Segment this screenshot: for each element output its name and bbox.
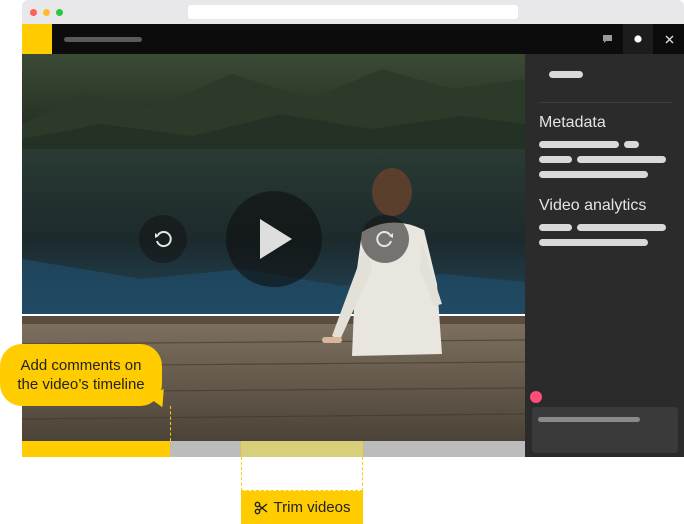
window-maximize-dot[interactable] (56, 9, 63, 16)
app-logo (22, 24, 52, 54)
comment-placeholder-line (538, 417, 640, 422)
metadata-line (577, 156, 666, 163)
recording-indicator (530, 391, 542, 403)
comment-input[interactable] (532, 407, 678, 453)
analytics-line (539, 224, 572, 231)
record-icon[interactable] (623, 24, 653, 54)
metadata-title: Metadata (539, 114, 606, 131)
callout-line-2: the video’s timeline (17, 376, 145, 393)
close-icon[interactable] (654, 24, 684, 54)
timeline-trim-segment[interactable] (241, 441, 363, 457)
metadata-line (624, 141, 639, 148)
analytics-line (539, 239, 648, 246)
comments-callout: Add comments on the video’s timeline (0, 344, 162, 406)
callout-line-1: Add comments on (20, 357, 142, 374)
metadata-line (539, 156, 572, 163)
panel-divider (539, 102, 673, 103)
trim-videos-text: Trim videos (273, 499, 351, 516)
comment-guide-line (170, 406, 171, 441)
address-bar[interactable] (188, 5, 518, 19)
window-minimize-dot[interactable] (43, 9, 50, 16)
panel-header-placeholder (549, 71, 583, 78)
comment-icon[interactable] (592, 24, 622, 54)
metadata-line (539, 141, 619, 148)
window-close-dot[interactable] (30, 9, 37, 16)
forward-icon[interactable] (361, 215, 409, 263)
trim-guide-left (241, 441, 242, 491)
video-analytics-title: Video analytics (539, 197, 647, 214)
play-icon[interactable] (226, 191, 322, 287)
rewind-icon[interactable] (139, 215, 187, 263)
analytics-line (577, 224, 666, 231)
timeline-comment-segment[interactable] (22, 441, 170, 457)
scissors-icon (254, 501, 267, 514)
trim-videos-label: Trim videos (241, 491, 363, 524)
metadata-line (539, 171, 648, 178)
video-title-placeholder (64, 37, 142, 42)
trim-guide-right (362, 441, 363, 491)
